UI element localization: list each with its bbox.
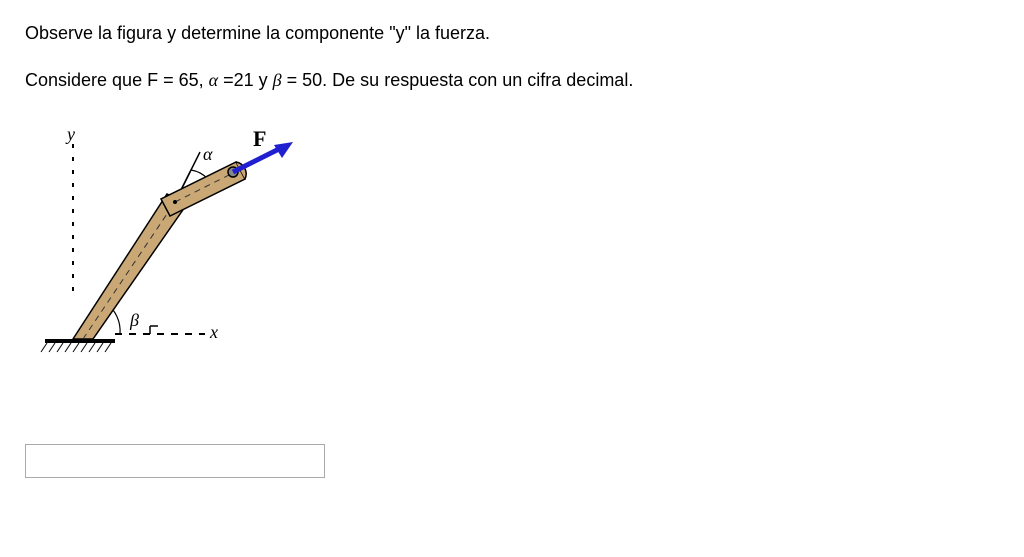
beta-label: β [130, 310, 139, 331]
y-axis-label: y [67, 124, 75, 145]
q2-mid2: = [218, 70, 234, 90]
x-axis-label: x [210, 322, 218, 343]
q2-suffix: . De su respuesta con un cifra decimal. [322, 70, 633, 90]
force-label: F [253, 126, 266, 152]
question-line-1: Observe la figura y determine la compone… [25, 20, 999, 47]
q2-alpha-value: 21 [234, 70, 254, 90]
question-text-1: Observe la figura y determine la compone… [25, 23, 490, 43]
bend-joint [173, 200, 177, 204]
diagram-svg [35, 124, 335, 384]
diagram: y x α β F [35, 124, 335, 384]
alpha-symbol: α [209, 70, 218, 90]
beta-symbol: β [273, 70, 282, 90]
q2-mid4: = [282, 70, 303, 90]
q2-mid1: , [199, 70, 209, 90]
q2-prefix: Considere que F = [25, 70, 179, 90]
question-line-2: Considere que F = 65, α =21 y β = 50. De… [25, 67, 999, 94]
answer-input[interactable] [25, 444, 325, 478]
q2-beta-value: 50 [302, 70, 322, 90]
alpha-label: α [203, 144, 212, 165]
q2-mid3: y [254, 70, 273, 90]
q2-F-value: 65 [179, 70, 199, 90]
